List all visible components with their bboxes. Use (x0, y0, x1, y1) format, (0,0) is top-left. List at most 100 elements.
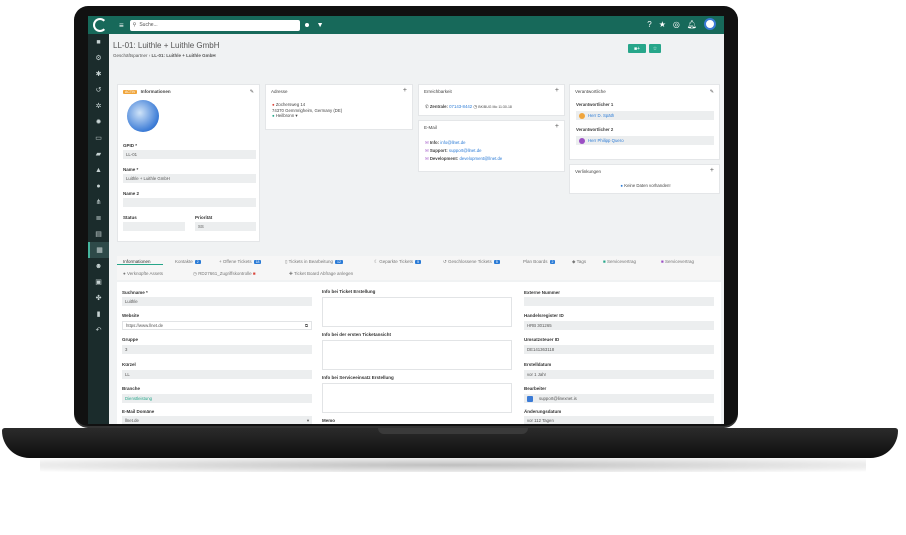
tab-verknuepfte-assets[interactable]: ● Verknüpfte Assets (123, 271, 163, 276)
responsible2-name: Herr Philipp Quero (588, 138, 624, 143)
tab-tags[interactable]: ◆ Tags (572, 259, 586, 265)
email-value[interactable]: info@llnet.de (440, 140, 465, 145)
tab-zugriffskontrolle[interactable]: ◷ RD27661_Zugriffskontrolle ■ (193, 271, 256, 277)
email-label: Info: (429, 140, 440, 145)
user-avatar[interactable] (704, 18, 716, 30)
add-reach-icon[interactable]: + (555, 87, 559, 94)
add-link-icon[interactable]: + (710, 167, 714, 174)
tab-geschlossene-tickets[interactable]: ↺ Geschlossene Tickets 5 (443, 259, 500, 265)
sidebar-undo-icon[interactable]: ↶ (88, 322, 109, 338)
form-label: Memo (322, 418, 336, 423)
zentrale-phone[interactable]: 07143-8442 (449, 104, 472, 109)
email-domain-select[interactable]: llnet.de ▾ (122, 416, 312, 424)
sidebar-network-icon[interactable]: ⋔ (88, 194, 109, 210)
form-label: Externe Nummer (524, 290, 561, 295)
sidebar-education-icon[interactable]: ▲ (88, 162, 109, 178)
add-address-icon[interactable]: + (403, 87, 407, 94)
sidebar-bug-icon[interactable]: ✹ (88, 114, 109, 130)
mail-icon: ✉ (425, 140, 429, 145)
service-info-textarea[interactable] (322, 383, 512, 413)
gpid-field[interactable]: LL-01 (123, 150, 256, 159)
name-label: Name * (123, 167, 139, 172)
name-field[interactable]: Luithle + Luithle GmbH (123, 174, 256, 183)
email-value[interactable]: development@llnet.de (459, 156, 502, 161)
sidebar-asterisk-icon[interactable]: ✱ (88, 66, 109, 82)
tab-plan-boards[interactable]: Plan Boards 2 (523, 259, 556, 264)
sidebar-gear-icon[interactable]: ✲ (88, 98, 109, 114)
sidebar-dashboard-icon[interactable]: ■ (88, 34, 109, 50)
target-icon[interactable]: ◎ (673, 20, 680, 29)
tab-kontakte[interactable]: Kontakte 2 (175, 259, 201, 264)
first-view-textarea[interactable] (322, 340, 512, 370)
breadcrumb: Geschäftspartner › LL-01: Luithle + Luit… (113, 53, 216, 58)
filter-icon[interactable]: ▼ (317, 22, 324, 29)
search-option-icon[interactable] (304, 23, 309, 27)
active-tab-underline (117, 264, 163, 265)
kuerzel-field[interactable]: LL (122, 370, 312, 379)
tab-offene-tickets[interactable]: + Offene Tickets 18 (219, 259, 262, 264)
sidebar-share-icon[interactable]: ✤ (88, 290, 109, 306)
created-date-field: vor 1 Jahr (524, 370, 714, 379)
search-icon: ⚲ (132, 22, 137, 28)
sidebar-monitor-icon[interactable]: ▭ (88, 130, 109, 146)
email-row: ✉ Support: support@llnet.de (425, 147, 502, 155)
external-number-field[interactable] (524, 297, 714, 306)
sidebar-history-icon[interactable]: ↺ (88, 82, 109, 98)
sidebar: ■ ⚙ ✱ ↺ ✲ ✹ ▭ ▰ ▲ ● ⋔ ≣ ▤ ▦ ☻ ▣ ✤ ▮ ↶ (88, 34, 109, 424)
links-card: Verlinkungen + ● Keine Daten vorhanden! (569, 164, 720, 194)
gpid-label: GPID * (123, 143, 138, 148)
sidebar-list-icon[interactable]: ≣ (88, 210, 109, 226)
info-card-title: Informationen (140, 89, 171, 94)
external-link-icon[interactable]: ⧉ (305, 323, 308, 328)
star-icon[interactable]: ★ (659, 20, 666, 29)
address-region[interactable]: Heilbronn (276, 113, 294, 118)
tab-ticket-board[interactable]: ✚ Ticket Board Abfrage anlegen (289, 271, 353, 277)
sidebar-users-icon[interactable]: ☻ (88, 258, 109, 274)
mail-icon: ✉ (425, 148, 429, 153)
menu-icon[interactable]: ≡ (119, 21, 124, 30)
zentrale-label: Zentrale: (429, 104, 448, 109)
sidebar-doc-icon[interactable]: ▣ (88, 274, 109, 290)
sidebar-chart-icon[interactable]: ▤ (88, 226, 109, 242)
app-logo-icon[interactable] (93, 18, 107, 32)
map-pin-icon: ● (272, 102, 275, 107)
sidebar-lock-icon[interactable]: ▮ (88, 306, 109, 322)
name2-label: Name 2 (123, 191, 140, 196)
edit-responsible-icon[interactable]: ✎ (710, 89, 714, 95)
suchname-field[interactable]: Luithle (122, 297, 312, 306)
favorite-button[interactable]: ☆ (649, 44, 661, 53)
links-card-title: Verlinkungen (575, 169, 602, 174)
add-email-icon[interactable]: + (555, 123, 559, 130)
register-id-field[interactable]: HRB 301265 (524, 321, 714, 330)
help-icon[interactable]: ? (647, 20, 651, 29)
gruppe-field[interactable]: 3 (122, 345, 312, 354)
vat-id-field[interactable]: DE141363118 (524, 345, 714, 354)
name2-field[interactable] (123, 198, 256, 207)
edit-icon[interactable]: ✎ (250, 89, 254, 95)
chevron-down-icon: ▾ (306, 417, 309, 423)
tab-servicevertrag-1[interactable]: ■ Servicevertrag (603, 259, 636, 264)
tab-servicevertrag-2[interactable]: ■ Servicevertrag (661, 259, 694, 264)
location-icon: ● (272, 113, 275, 118)
responsible1-field[interactable]: Herr D. Späth (576, 111, 714, 120)
sidebar-partners-icon[interactable]: ▦ (88, 242, 109, 258)
sidebar-truck-icon[interactable]: ▰ (88, 146, 109, 162)
sidebar-pin-icon[interactable]: ● (88, 178, 109, 194)
website-field[interactable]: https://www.llnet.de ⧉ (122, 321, 312, 330)
search-input[interactable]: ⚲ Suche... (129, 19, 300, 31)
priority-field[interactable]: SS (195, 222, 256, 231)
branche-field[interactable]: Dienstleistung (122, 394, 312, 403)
breadcrumb-root[interactable]: Geschäftspartner (113, 53, 148, 58)
bell-icon[interactable]: 🔔︎ (687, 20, 697, 29)
tab-geparkte-tickets[interactable]: ☾ Geparkte Tickets 5 (374, 259, 422, 265)
status-badge: ACTIV (123, 90, 138, 94)
status-field[interactable] (123, 222, 185, 231)
responsible1-avatar (579, 112, 585, 119)
add-ticket-button[interactable]: ■+ (628, 44, 646, 53)
ticket-info-textarea[interactable] (322, 297, 512, 327)
tab-tickets-bearbeitung[interactable]: ▯ Tickets in Bearbeitung 12 (285, 259, 343, 265)
sidebar-settings-icon[interactable]: ⚙ (88, 50, 109, 66)
responsible2-field[interactable]: Herr Philipp Quero (576, 136, 714, 145)
form-label: Branche (122, 386, 141, 391)
email-value[interactable]: support@llnet.de (449, 148, 482, 153)
